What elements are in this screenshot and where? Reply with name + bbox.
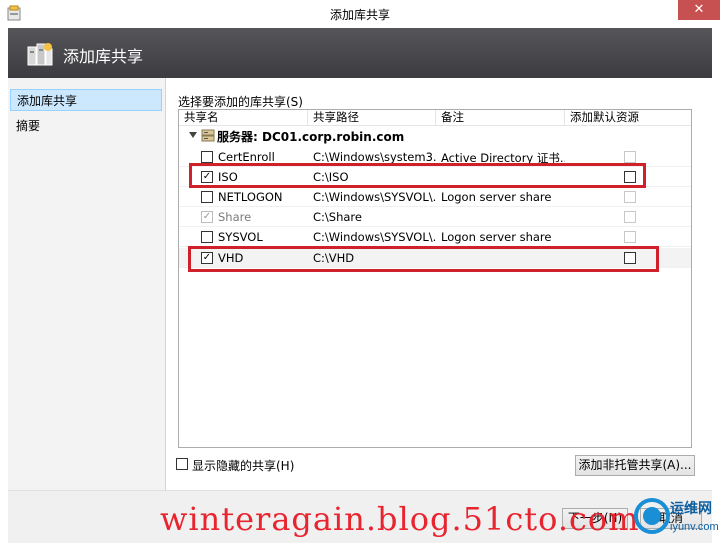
share-description: Active Directory 证书...: [441, 151, 565, 165]
column-add-default-resources[interactable]: 添加默认资源: [565, 110, 691, 126]
window-title: 添加库共享: [329, 8, 390, 22]
nav-item-summary[interactable]: 摘要: [10, 115, 162, 137]
share-path: C:\Windows\SYSVOL\...: [313, 230, 437, 244]
column-share-name[interactable]: 共享名: [179, 110, 308, 126]
share-name: VHD: [218, 251, 244, 265]
default-resources-checkbox[interactable]: [624, 191, 636, 203]
default-resources-checkbox[interactable]: [624, 252, 636, 264]
server-group-row[interactable]: 服务器: DC01.corp.robin.com: [179, 127, 691, 145]
share-row[interactable]: ✓ ISO C:\ISO: [179, 167, 691, 187]
title-bar: 添加库共享 ✕: [0, 0, 720, 28]
logo-text: 运维网: [670, 500, 712, 516]
default-resources-checkbox[interactable]: [624, 231, 636, 243]
share-row[interactable]: NETLOGON C:\Windows\SYSVOL\... Logon ser…: [179, 187, 691, 207]
default-resources-checkbox[interactable]: [624, 151, 636, 163]
site-logo: 运维网 iyunv.com: [634, 498, 719, 534]
share-path: C:\Windows\SYSVOL\...: [313, 190, 437, 204]
show-hidden-label: 显示隐藏的共享(H): [192, 459, 295, 473]
close-button[interactable]: ✕: [678, 0, 720, 20]
watermark-text: winteragain.blog.51cto.com: [160, 500, 640, 538]
share-name: Share: [218, 210, 252, 224]
share-name: CertEnroll: [218, 150, 275, 164]
share-path: C:\VHD: [313, 251, 355, 265]
share-checkbox[interactable]: [201, 191, 213, 203]
default-resources-checkbox: [624, 211, 636, 223]
share-row[interactable]: ✓ Share C:\Share: [179, 207, 691, 227]
column-description[interactable]: 备注: [436, 110, 565, 126]
section-label: 选择要添加的库共享(S): [178, 95, 303, 109]
share-name: NETLOGON: [218, 190, 283, 204]
library-share-icon: [27, 43, 53, 66]
share-checkbox[interactable]: ✓: [201, 171, 213, 183]
share-path: C:\ISO: [313, 170, 349, 184]
collapse-arrow-icon[interactable]: [189, 132, 197, 138]
share-name: SYSVOL: [218, 230, 263, 244]
share-row[interactable]: CertEnroll C:\Windows\system3... Active …: [179, 147, 691, 167]
wizard-nav: 添加库共享 摘要: [8, 78, 166, 490]
wizard-banner: 添加库共享: [8, 28, 712, 78]
share-row[interactable]: SYSVOL C:\Windows\SYSVOL\... Logon serve…: [179, 227, 691, 247]
share-description: Logon server share: [441, 230, 552, 244]
share-name: ISO: [218, 170, 238, 184]
share-checkbox[interactable]: [201, 231, 213, 243]
banner-title: 添加库共享: [63, 47, 144, 66]
default-resources-checkbox[interactable]: [624, 171, 636, 183]
share-checkbox[interactable]: [201, 151, 213, 163]
nav-item-add-library-share[interactable]: 添加库共享: [10, 89, 162, 111]
share-checkbox[interactable]: ✓: [201, 252, 213, 264]
column-share-path[interactable]: 共享路径: [308, 110, 436, 126]
share-path: C:\Windows\system3...: [313, 150, 437, 164]
show-hidden-checkbox[interactable]: [176, 458, 188, 470]
share-grid[interactable]: 共享名 共享路径 备注 添加默认资源 服务器: DC01.corp.robin.…: [178, 109, 692, 448]
logo-subtext: iyunv.com: [670, 521, 719, 533]
share-row[interactable]: ✓ VHD C:\VHD: [179, 248, 691, 268]
add-unmanaged-share-button[interactable]: 添加非托管共享(A)...: [575, 455, 695, 476]
share-path: C:\Share: [313, 210, 362, 224]
share-description: Logon server share: [441, 190, 552, 204]
server-icon: [201, 129, 215, 142]
server-label: 服务器: DC01.corp.robin.com: [217, 130, 405, 144]
share-checkbox: ✓: [201, 211, 213, 223]
grid-header: 共享名 共享路径 备注 添加默认资源: [179, 110, 691, 126]
